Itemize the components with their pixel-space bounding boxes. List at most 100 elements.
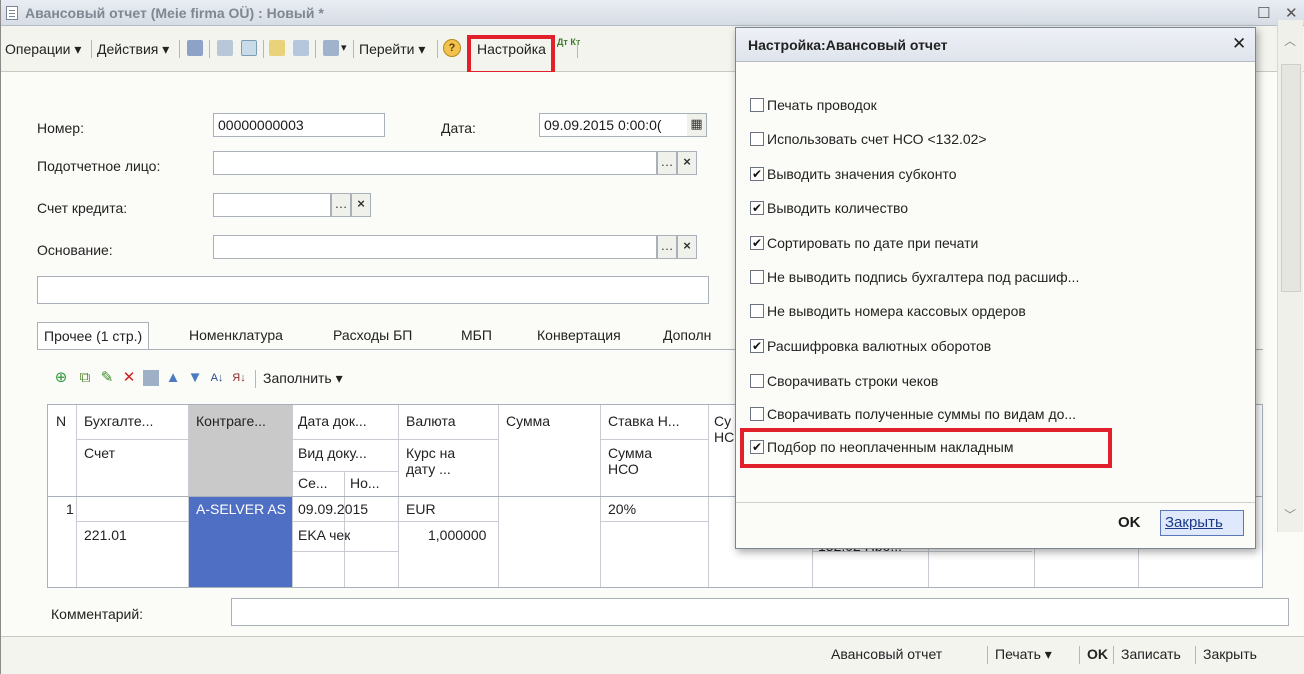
structure-icon[interactable]: [269, 40, 285, 56]
help-icon[interactable]: ?: [443, 39, 461, 57]
credit-account-select-button[interactable]: …: [331, 193, 351, 217]
accountable-clear-button[interactable]: ×: [677, 151, 697, 175]
row-currency[interactable]: EUR: [406, 501, 436, 517]
basis-field[interactable]: [213, 235, 657, 259]
goto-menu[interactable]: Перейти ▾: [359, 41, 425, 58]
toolbar-separator: [91, 40, 92, 58]
header-counterparty[interactable]: Контраге...: [196, 413, 290, 429]
fill-menu[interactable]: Заполнить ▾: [263, 370, 343, 387]
advance-report-print-button[interactable]: Авансовый отчет: [831, 646, 942, 662]
copy-icon[interactable]: [241, 40, 257, 56]
checkbox[interactable]: [750, 374, 764, 388]
checkbox[interactable]: [750, 270, 764, 284]
tab-nomenclature[interactable]: Номенклатура: [183, 322, 289, 350]
header-currency[interactable]: Валюта: [406, 413, 456, 429]
comment-field[interactable]: [231, 598, 1289, 626]
maximize-icon[interactable]: ☐: [1257, 4, 1270, 22]
checkbox[interactable]: [750, 98, 764, 112]
scroll-down-icon[interactable]: ﹀: [1284, 506, 1296, 523]
header-rate[interactable]: Курс на дату ...: [406, 445, 486, 477]
tab-additional[interactable]: Дополн: [657, 322, 717, 350]
option-label: Печать проводок: [767, 97, 877, 113]
bottom-bar: Авансовый отчет Печать ▾ OK Записать Зак…: [1, 636, 1304, 674]
actions-menu[interactable]: Действия ▾: [97, 41, 169, 58]
row-account[interactable]: 221.01: [84, 527, 127, 543]
based-on-dropdown-icon[interactable]: ▾: [341, 41, 347, 54]
save-icon[interactable]: [187, 40, 203, 56]
credit-account-field[interactable]: [213, 193, 331, 217]
dialog-close-icon[interactable]: ✕: [1232, 34, 1246, 54]
edit-row-icon[interactable]: ✎: [99, 370, 115, 386]
scroll-thumb[interactable]: [1281, 64, 1301, 292]
header-partial-hc[interactable]: НС: [714, 429, 734, 445]
save-button[interactable]: Записать: [1121, 646, 1181, 662]
dialog-footer: OK Закрыть: [736, 502, 1255, 548]
row-doc-type[interactable]: EKA чек: [298, 527, 350, 543]
header-partial-cy[interactable]: Су: [714, 413, 731, 429]
checkbox[interactable]: [750, 132, 764, 146]
move-up-icon[interactable]: ▲: [165, 370, 181, 386]
calendar-icon[interactable]: ▦: [687, 113, 707, 137]
number-field[interactable]: 00000000003: [213, 113, 385, 137]
tab-mbp[interactable]: МБП: [455, 322, 498, 350]
date-field[interactable]: 09.09.2015 0:00:0(: [539, 113, 689, 137]
delete-row-icon[interactable]: ✕: [121, 370, 137, 386]
toolbar-separator: [179, 40, 180, 58]
ok-button[interactable]: OK: [1087, 646, 1108, 662]
add-row-icon[interactable]: ⊕: [53, 370, 69, 386]
sort-asc-icon[interactable]: A↓: [209, 370, 225, 386]
toolbar-separator: [353, 40, 354, 58]
basis-clear-button[interactable]: ×: [677, 235, 697, 259]
dt-kt-icon[interactable]: Дт Кт: [557, 37, 580, 47]
print-menu[interactable]: Печать ▾: [995, 646, 1052, 663]
form-scrollbar[interactable]: ︿ ﹀: [1277, 20, 1303, 532]
sort-desc-icon[interactable]: Я↓: [231, 370, 247, 386]
dialog-ok-button[interactable]: OK: [1118, 514, 1141, 531]
option-label: Выводить значения субконто: [767, 166, 957, 182]
checkbox-checked[interactable]: ✔: [750, 167, 764, 181]
operations-menu[interactable]: Операции ▾: [5, 41, 81, 58]
copy-row-icon[interactable]: ⧉: [77, 370, 93, 386]
header-vat-sum[interactable]: Сумма НСО: [608, 445, 668, 477]
header-doc-no[interactable]: Но...: [350, 475, 380, 491]
move-down-icon[interactable]: ▼: [187, 370, 203, 386]
toolbar-separator: [577, 40, 578, 58]
scroll-up-icon[interactable]: ︿: [1284, 32, 1296, 49]
description-field[interactable]: [37, 276, 709, 304]
tab-other[interactable]: Прочее (1 стр.): [37, 322, 150, 350]
end-edit-icon[interactable]: [143, 370, 159, 386]
date-label: Дата:: [441, 120, 476, 136]
header-accounting[interactable]: Бухгалте...: [84, 413, 184, 429]
post-icon[interactable]: [217, 40, 233, 56]
checkbox[interactable]: [750, 407, 764, 421]
header-vat-rate[interactable]: Ставка Н...: [608, 413, 706, 429]
checkbox[interactable]: [750, 304, 764, 318]
toolbar-separator: [1113, 646, 1114, 664]
checkbox-checked[interactable]: ✔: [750, 201, 764, 215]
based-on-icon[interactable]: [323, 40, 339, 56]
toolbar-separator: [437, 40, 438, 58]
header-series[interactable]: Се...: [298, 475, 328, 491]
number-label: Номер:: [37, 120, 84, 136]
dialog-close-button[interactable]: Закрыть: [1160, 510, 1244, 536]
header-n[interactable]: N: [56, 413, 66, 429]
header-doc-date[interactable]: Дата док...: [298, 413, 396, 429]
checkbox-checked[interactable]: ✔: [750, 339, 764, 353]
row-vat-rate[interactable]: 20%: [608, 501, 636, 517]
tab-conversion[interactable]: Конвертация: [531, 322, 627, 350]
close-button[interactable]: Закрыть: [1203, 646, 1257, 662]
checkbox-checked[interactable]: ✔: [750, 236, 764, 250]
accountable-person-field[interactable]: [213, 151, 657, 175]
header-doc-type[interactable]: Вид доку...: [298, 445, 396, 461]
header-account[interactable]: Счет: [84, 445, 115, 461]
row-rate[interactable]: 1,000000: [428, 527, 486, 543]
tab-bp-expenses[interactable]: Расходы БП: [327, 322, 418, 350]
row-counterparty[interactable]: A-SELVER AS: [196, 501, 288, 517]
row-doc-date[interactable]: 09.09.2015: [298, 501, 368, 517]
journal-icon[interactable]: [293, 40, 309, 56]
credit-account-clear-button[interactable]: ×: [351, 193, 371, 217]
unpaid-invoices-highlight: [740, 428, 1112, 468]
basis-select-button[interactable]: …: [657, 235, 677, 259]
accountable-select-button[interactable]: …: [657, 151, 677, 175]
header-sum[interactable]: Сумма: [506, 413, 550, 429]
